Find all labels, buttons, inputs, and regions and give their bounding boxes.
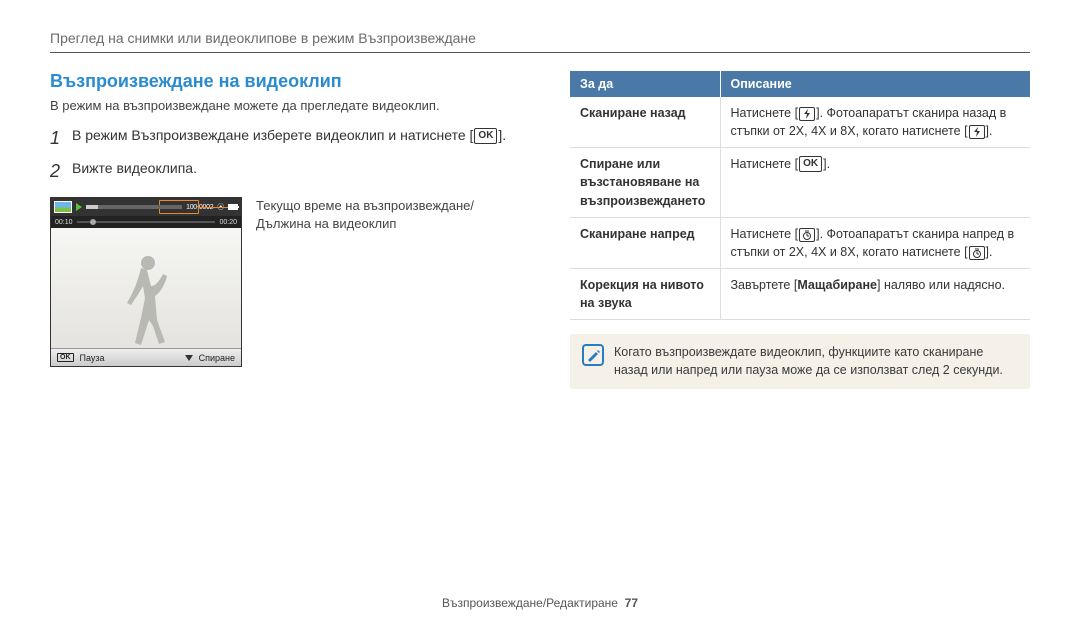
step-text: В режим Възпроизвеждане изберете видеокл… [72, 125, 506, 152]
step-2: 2 Вижте видеоклипа. [50, 158, 540, 185]
row-label: Сканиране назад [570, 97, 720, 148]
battery-icon [228, 204, 238, 210]
note-icon [582, 344, 604, 366]
table-header-left: За да [570, 71, 720, 97]
pause-label: Пауза [80, 353, 105, 363]
thumbnail-icon [54, 201, 72, 213]
shutter-progress [86, 205, 182, 209]
flash-icon [799, 107, 815, 121]
ok-mini-icon: OK [57, 353, 74, 362]
row-label: Спиране или възстановяване на възпроизве… [570, 148, 720, 217]
preview-caption: Текущо време на възпроизвеждане/ Дължина… [256, 197, 474, 233]
video-preview: 100-0002 ⦿ 00:10 00:20 [50, 197, 242, 367]
page-footer: Възпроизвеждане/Редактиране 77 [0, 596, 1080, 610]
stop-label: Спиране [199, 353, 235, 363]
ok-icon: OK [799, 156, 822, 172]
row-desc: Завъртете [Мащабиране] наляво или надясн… [720, 268, 1030, 319]
elapsed-time: 00:10 [55, 219, 73, 226]
controls-table: За да Описание Сканиране назад Натиснете… [570, 71, 1030, 320]
flash-icon [969, 125, 985, 139]
dancer-silhouette [121, 248, 171, 348]
preview-body [51, 228, 241, 348]
total-time: 00:20 [219, 219, 237, 226]
table-header-right: Описание [720, 71, 1030, 97]
step-1: 1 В режим Възпроизвеждане изберете видео… [50, 125, 540, 152]
timer-icon [799, 228, 815, 242]
intro-text: В режим на възпроизвеждане можете да пре… [50, 98, 540, 113]
steps-list: 1 В режим Възпроизвеждане изберете видео… [50, 125, 540, 185]
step-number: 1 [50, 125, 72, 152]
down-icon [185, 355, 193, 361]
step-text: Вижте видеоклипа. [72, 158, 197, 185]
timeline-bar: 00:10 00:20 [51, 216, 241, 228]
row-desc: Натиснете []. Фотоапаратът сканира назад… [720, 97, 1030, 148]
section-title: Възпроизвеждане на видеоклип [50, 71, 540, 92]
table-row: Спиране или възстановяване на възпроизве… [570, 148, 1030, 217]
table-row: Сканиране напред Натиснете []. Фотоапара… [570, 217, 1030, 268]
step-number: 2 [50, 158, 72, 185]
row-desc: Натиснете [OK]. [720, 148, 1030, 217]
divider [50, 52, 1030, 53]
preview-bottombar: OK Пауза Спиране [51, 348, 241, 366]
ok-icon: OK [474, 128, 497, 144]
zoom-label: Мащабиране [797, 278, 877, 292]
row-label: Сканиране напред [570, 217, 720, 268]
note-box: Когато възпроизвеждате видеоклип, функци… [570, 334, 1030, 389]
table-row: Корекция на нивото на звука Завъртете [М… [570, 268, 1030, 319]
row-desc: Натиснете []. Фотоапаратът сканира напре… [720, 217, 1030, 268]
timer-icon [969, 246, 985, 260]
play-icon [76, 203, 82, 211]
breadcrumb: Преглед на снимки или видеоклипове в реж… [50, 30, 1030, 46]
row-label: Корекция на нивото на звука [570, 268, 720, 319]
note-text: Когато възпроизвеждате видеоклип, функци… [614, 344, 1018, 379]
table-row: Сканиране назад Натиснете []. Фотоапарат… [570, 97, 1030, 148]
